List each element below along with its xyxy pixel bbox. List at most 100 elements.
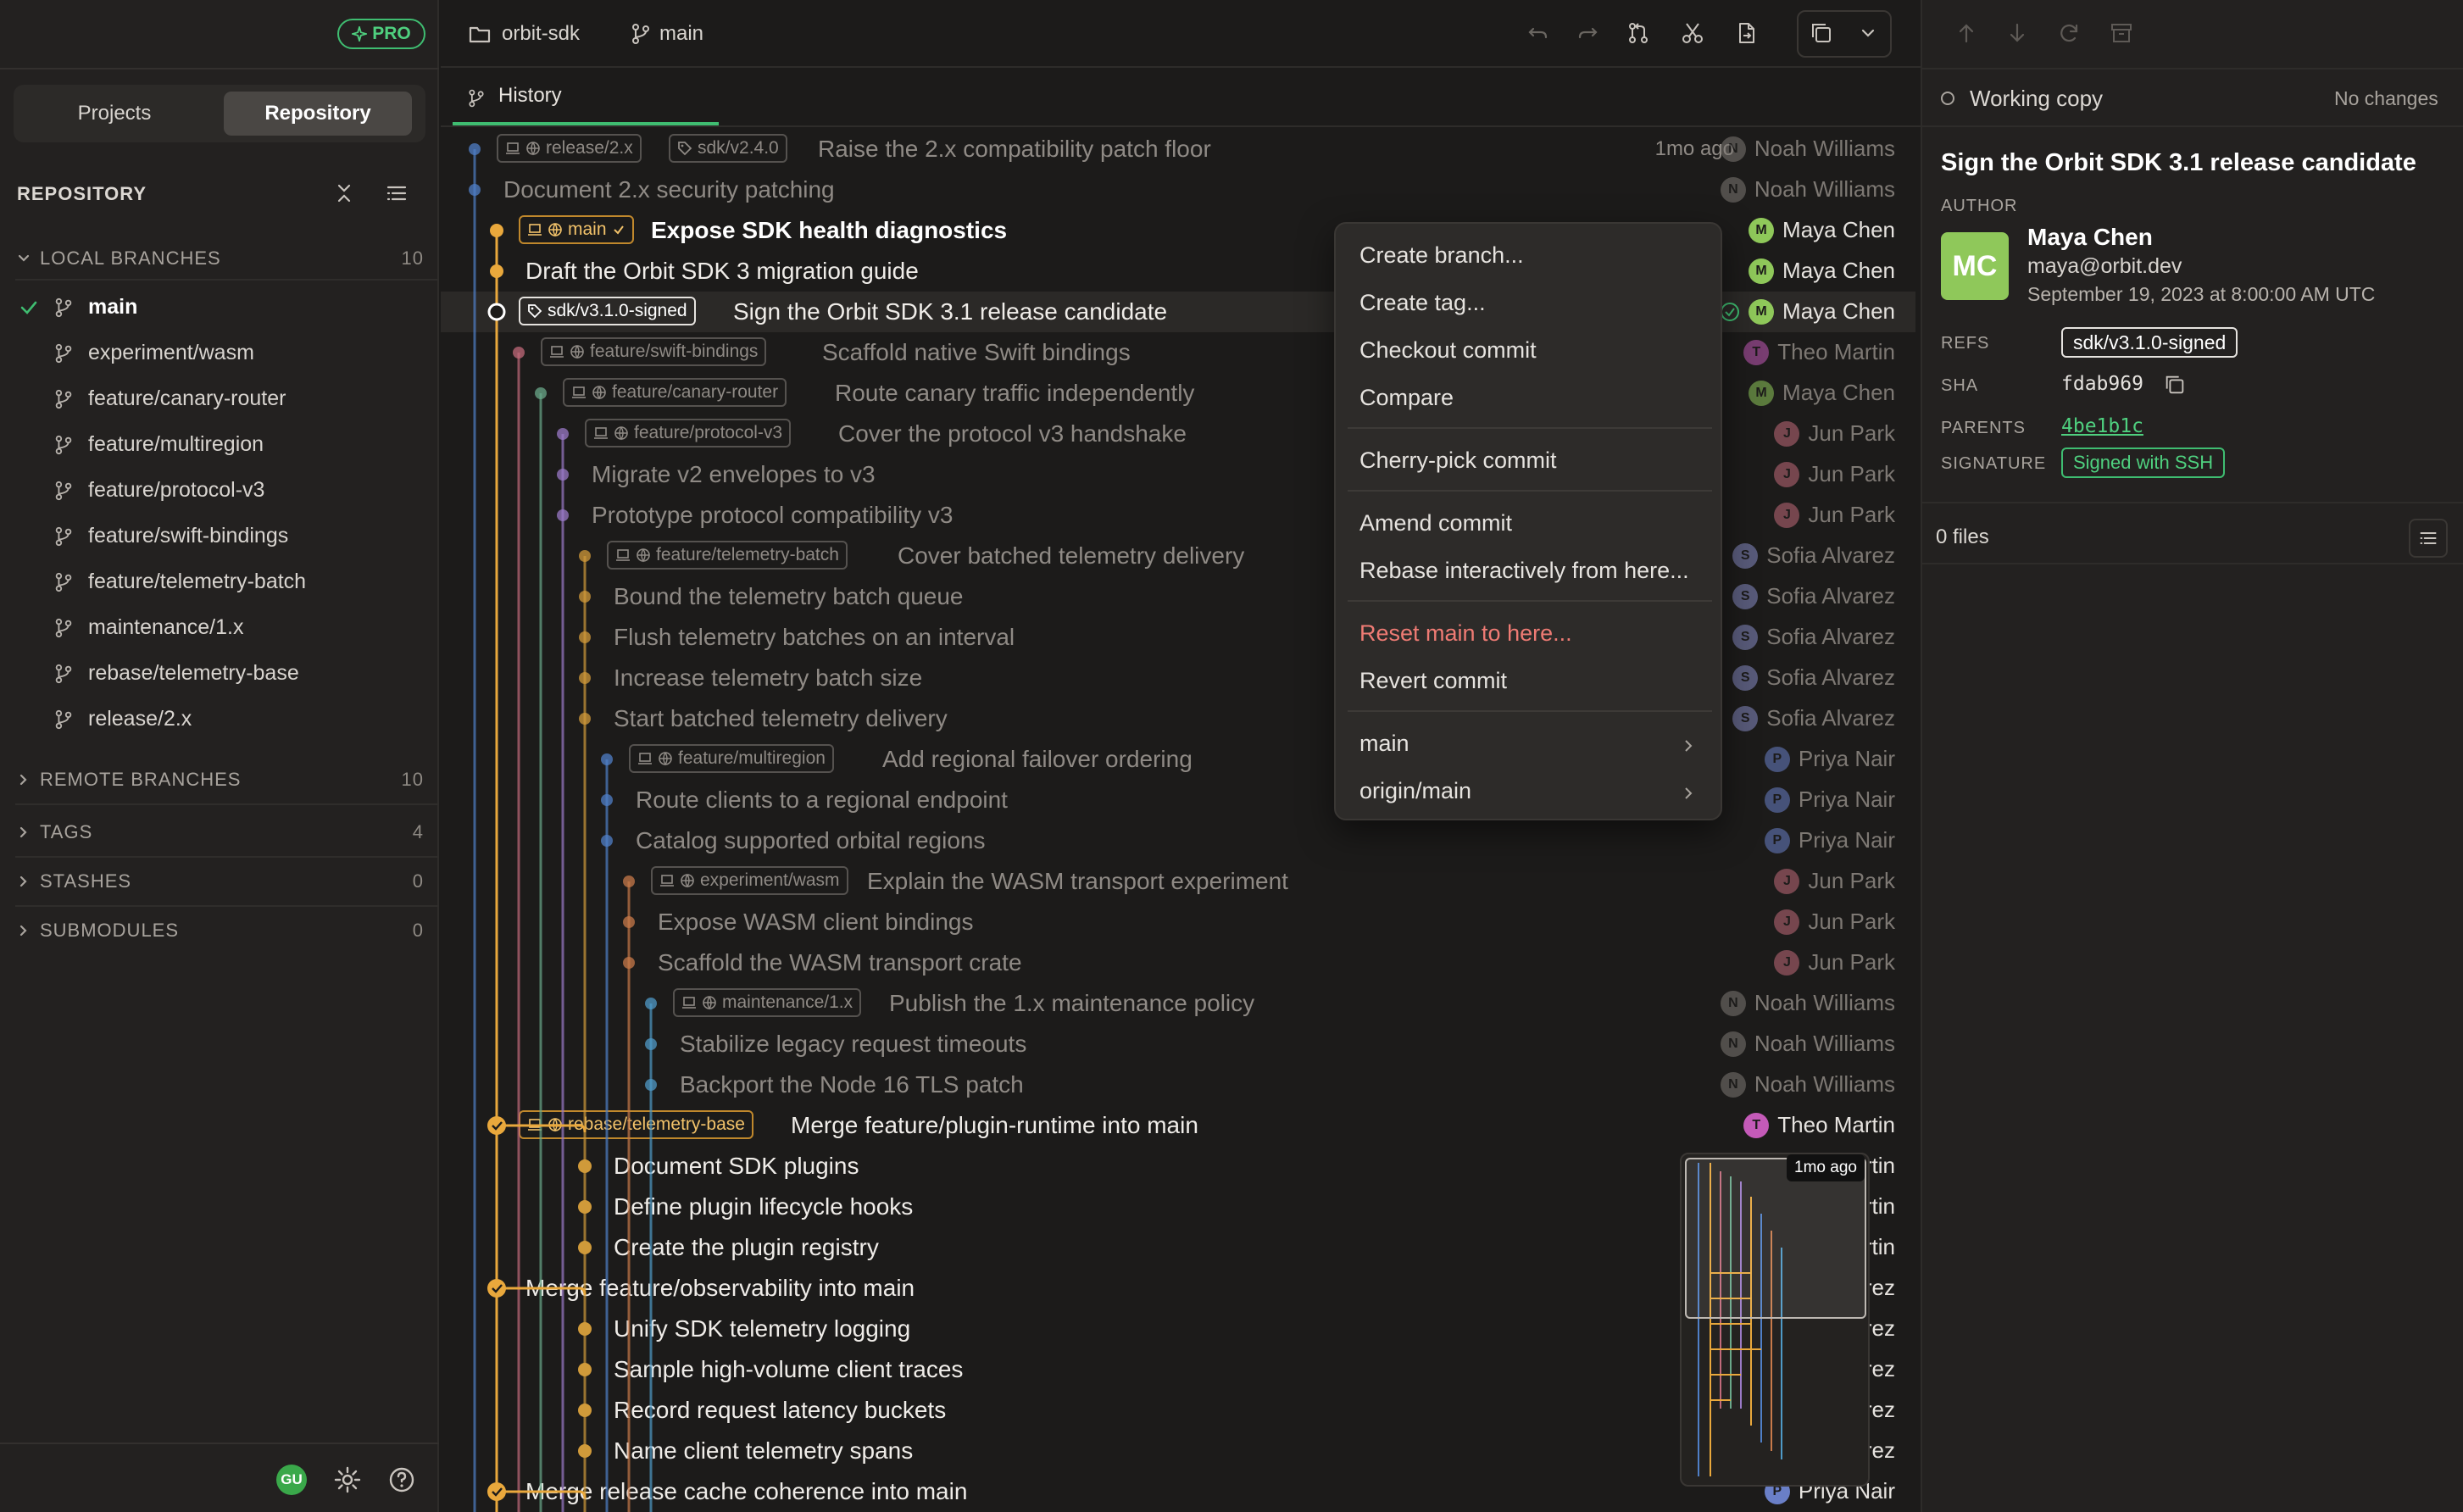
pull-request-icon[interactable] [1626,20,1651,46]
commit-message: Explain the WASM transport experiment [867,868,1288,894]
commit-message: Raise the 2.x compatibility patch floor [818,136,1211,162]
sidebar-branch-item[interactable]: experiment/wasm [0,330,439,375]
sidebar-branch-item[interactable]: maintenance/1.x [0,604,439,650]
sidebar-branch-item[interactable]: feature/multiregion [0,421,439,467]
collapse-all-icon[interactable] [332,181,356,205]
commit-message: Scaffold the WASM transport crate [658,949,1022,976]
branch-icon [469,89,484,108]
commit-author: P Priya Nair [1764,787,1895,813]
minimap-viewport[interactable] [1685,1158,1866,1319]
sidebar-section-header[interactable]: SUBMODULES 0 [0,910,439,951]
divider [1922,125,2463,127]
breadcrumb-branch[interactable]: main [659,22,703,46]
tab-projects[interactable]: Projects [20,92,208,136]
refs-tag[interactable]: sdk/v3.1.0-signed [2061,327,2238,358]
sidebar-section-header[interactable]: REMOTE BRANCHES 10 [0,759,439,800]
file-export-icon[interactable] [1734,20,1760,46]
menu-separator [1348,710,1712,712]
sidebar-branch-label: feature/multiregion [88,431,264,456]
tab-repository[interactable]: Repository [224,92,412,136]
author-avatar: P [1764,787,1790,813]
app-window: PRO Projects Repository REPOSITORY LOCAL… [0,0,2463,1512]
sidebar-branch-item[interactable]: main [0,284,439,330]
divider [0,68,439,69]
menu-separator [1348,490,1712,492]
commit-author: P Priya Nair [1764,746,1895,772]
menu-item[interactable]: Compare [1359,385,1454,411]
commit-node [487,303,506,321]
author-name: Maya Chen [1782,217,1895,242]
commit-title: Sign the Orbit SDK 3.1 release candidate [1941,149,2416,176]
branch-icon-wrap [53,434,75,460]
menu-item[interactable]: Cherry-pick commit [1359,447,1557,474]
author-avatar: N [1720,176,1746,203]
arrow-down-icon[interactable] [2005,20,2029,46]
commit-node [579,672,591,684]
working-copy-label[interactable]: Working copy [1970,86,2103,112]
undo-icon[interactable] [1526,20,1551,46]
sidebar-branch-item[interactable]: release/2.x [0,696,439,742]
commit-node [645,998,657,1009]
list-view-icon[interactable] [385,181,409,205]
commit-author: J Jun Park [1774,461,1895,487]
commit-node [578,1404,592,1417]
section-local-branches[interactable]: LOCAL BRANCHES 10 [0,238,439,279]
author-avatar: J [1774,868,1800,894]
divider [15,279,439,281]
commit-node [578,1241,592,1254]
sidebar-branch-item[interactable]: feature/swift-bindings [0,513,439,559]
pro-badge-label: PRO [372,24,411,43]
signature-badge: Signed with SSH [2061,447,2226,478]
ref-label: experiment/wasm [700,870,840,890]
redo-icon[interactable] [1575,20,1600,46]
copy-icon[interactable] [1809,20,1834,46]
menu-item[interactable]: Amend commit [1359,510,1512,536]
scissors-icon[interactable] [1680,20,1705,46]
commit-date: September 19, 2023 at 8:00:00 AM UTC [2027,283,2376,305]
parent-sha-link[interactable]: 4be1b1c [2061,415,2143,437]
breadcrumb-repo[interactable]: orbit-sdk [502,22,580,46]
menu-item[interactable]: main [1359,731,1409,757]
refresh-icon[interactable] [2056,20,2082,46]
menu-item[interactable]: origin/main [1359,778,1471,804]
archive-icon[interactable] [2109,20,2134,46]
pro-badge[interactable]: PRO [337,19,425,49]
sidebar-branch-item[interactable]: feature/protocol-v3 [0,467,439,513]
branch-icon [55,572,72,592]
sidebar-branch-item[interactable]: feature/canary-router [0,375,439,421]
file-list-toggle[interactable] [2409,519,2448,558]
commit-node [601,753,613,765]
commit-author: N Noah Williams [1720,176,1895,203]
author-avatar: P [1764,827,1790,853]
menu-item[interactable]: Create tag... [1359,290,1486,316]
gear-icon[interactable] [332,1465,363,1495]
sidebar-branch-label: release/2.x [88,706,192,731]
menu-item[interactable]: Checkout commit [1359,337,1537,364]
section-label: LOCAL BRANCHES [40,247,221,269]
copy-icon[interactable] [2163,373,2187,397]
branch-icon [55,664,72,684]
menu-item[interactable]: Revert commit [1359,668,1507,694]
menu-item[interactable]: Rebase interactively from here... [1359,558,1689,584]
author-heading: AUTHOR [1941,197,2018,215]
menu-item[interactable]: Create branch... [1359,242,1524,269]
author-avatar: S [1732,705,1759,731]
divider [15,856,439,858]
arrow-up-icon[interactable] [1954,20,1978,46]
section-label: SUBMODULES [40,920,180,941]
user-avatar[interactable]: GU [276,1465,307,1495]
sidebar-branch-item[interactable]: rebase/telemetry-base [0,650,439,696]
chevron-down-icon[interactable] [1856,20,1880,46]
sidebar-section-header[interactable]: TAGS 4 [0,812,439,853]
author-name: Noah Williams [1754,1031,1895,1056]
tab-history[interactable]: History [453,69,719,125]
author-avatar: M [1749,380,1775,406]
sidebar-branch-label: main [88,294,138,319]
author-avatar: M [1749,217,1775,243]
help-icon[interactable] [386,1465,417,1495]
menu-item[interactable]: Reset main to here... [1359,620,1572,647]
sidebar-branch-item[interactable]: feature/telemetry-batch [0,559,439,604]
section-count: 10 [401,247,424,269]
commit-author: S Sofia Alvarez [1732,624,1895,650]
sidebar-section-header[interactable]: STASHES 0 [0,861,439,902]
